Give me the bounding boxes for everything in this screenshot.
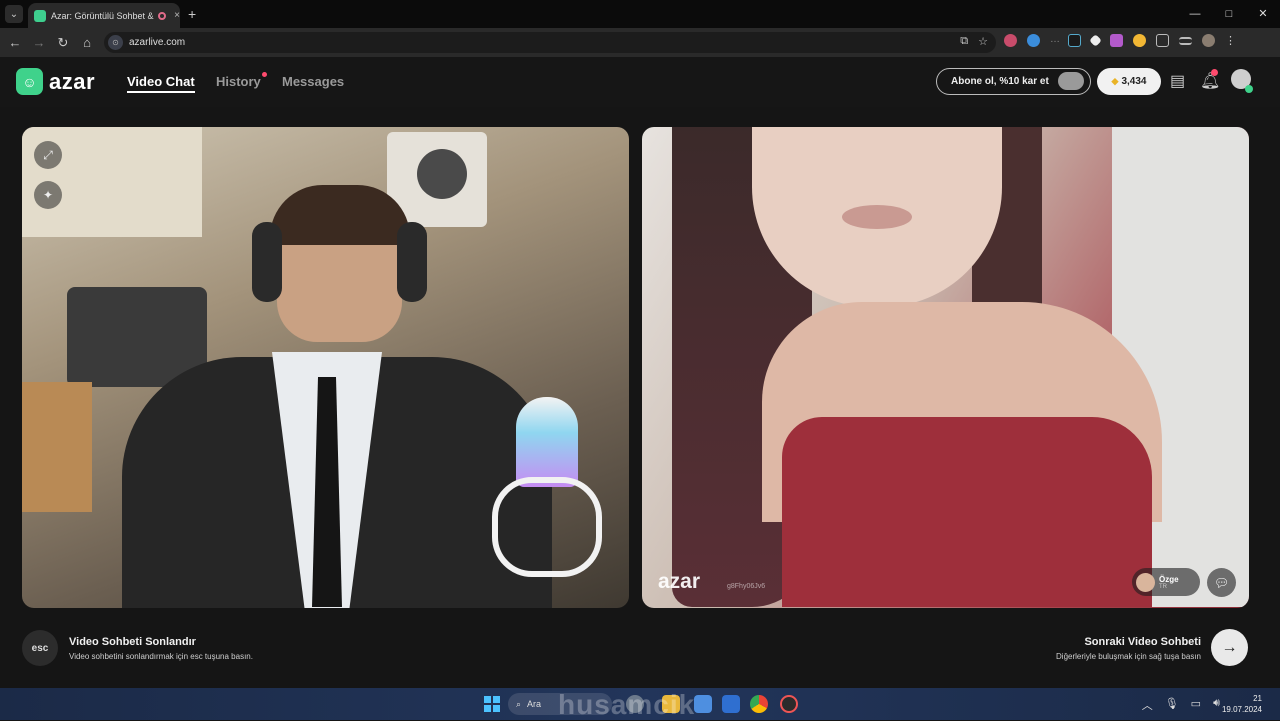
taskbar-search-label: Ara <box>527 699 542 709</box>
gems-balance-button[interactable]: ◆ 3,434 <box>1097 68 1161 95</box>
headphones-right <box>397 222 427 302</box>
peer-profile-chip[interactable]: Özge TR <box>1132 568 1200 596</box>
peer-lips <box>842 205 912 229</box>
speaker-cone <box>417 149 467 199</box>
recording-icon <box>158 11 167 20</box>
effects-wand-icon[interactable]: ✦ <box>34 181 62 209</box>
history-notification-dot <box>262 72 267 77</box>
address-bar[interactable]: ⊙ azarlive.com ⧉ ☆ <box>104 32 996 53</box>
bookmark-star-icon[interactable]: ☆ <box>978 35 988 48</box>
app-header: ☺ azar Video Chat History Messages Abone… <box>0 57 1280 107</box>
end-chat-subtitle: Video sohbetini sonlandırmak için esc tu… <box>69 652 253 661</box>
watermark-id: g8Fhy06Jv6 <box>727 583 766 590</box>
back-button[interactable]: ← <box>3 35 27 50</box>
tab-search-list-icon[interactable] <box>1179 36 1192 45</box>
system-clock[interactable]: 21 19.07.2024 <box>1222 693 1262 715</box>
microphone-icon[interactable]: 🎙︎ <box>1165 697 1179 713</box>
extension-5-icon[interactable] <box>1089 34 1102 47</box>
maximize-button[interactable]: □ <box>1212 0 1246 28</box>
subscribe-button[interactable]: Abone ol, %10 kar et <box>936 68 1091 95</box>
next-chat-title: Sonraki Video Sohbeti <box>1084 636 1201 648</box>
nav-history[interactable]: History <box>216 74 261 89</box>
home-button[interactable]: ⌂ <box>75 35 99 50</box>
browser-tab-azar[interactable]: Azar: Görüntülü Sohbet & V × <box>28 3 180 28</box>
next-chat-subtitle: Diğerleriyle buluşmak için sağ tuşa bası… <box>1056 652 1201 661</box>
extension-6-icon[interactable] <box>1110 34 1123 47</box>
extensions-area: … ⋮ <box>1004 34 1236 47</box>
azar-favicon-icon <box>34 9 46 22</box>
url-text: azarlive.com <box>129 37 186 48</box>
store-icon[interactable]: ▤ <box>1170 71 1185 91</box>
extension-1-icon[interactable] <box>1004 34 1017 47</box>
cloud-icon <box>1058 72 1084 90</box>
my-video-panel: ⤢ ✦ <box>22 127 629 608</box>
new-tab-button[interactable]: + <box>188 6 196 22</box>
taskbar-app-6-icon[interactable] <box>780 695 798 713</box>
nav-video-chat[interactable]: Video Chat <box>127 74 195 93</box>
browser-toolbar: ← → ↻ ⌂ ⊙ azarlive.com ⧉ ☆ … ⋮ <box>0 28 1280 57</box>
tray-chevron-icon[interactable]: ︿ <box>1142 697 1153 713</box>
windows-start-icon[interactable] <box>484 696 500 712</box>
extension-2-icon[interactable] <box>1027 34 1040 47</box>
extension-3-icon[interactable]: … <box>1050 34 1060 47</box>
volume-icon[interactable]: 🔊︎ <box>1213 697 1220 713</box>
peer-country: TR <box>1159 583 1167 590</box>
end-chat-button[interactable]: esc <box>22 630 58 666</box>
network-icon[interactable]: ▭ <box>1191 697 1201 713</box>
microphone <box>516 397 578 487</box>
clock-time: 21 <box>1253 694 1262 703</box>
fullscreen-icon[interactable]: ⤢ <box>34 141 62 169</box>
taskbar-app-3-icon[interactable] <box>694 695 712 713</box>
azar-watermark: azar <box>658 570 701 593</box>
clock-date: 19.07.2024 <box>1221 705 1262 714</box>
minimize-button[interactable]: — <box>1178 0 1212 28</box>
close-window-button[interactable]: ✕ <box>1246 0 1280 28</box>
taskbar-app-4-icon[interactable] <box>722 695 740 713</box>
extension-4-icon[interactable] <box>1068 34 1081 47</box>
profile-icon[interactable] <box>1202 34 1215 47</box>
peer-avatar <box>1136 572 1155 592</box>
browser-menu-icon[interactable]: ⋮ <box>1225 34 1236 47</box>
cast-icon[interactable]: ⧉ <box>960 35 968 48</box>
nav-messages[interactable]: Messages <box>282 74 344 89</box>
tab-search-icon[interactable]: ⌄ <box>5 5 23 23</box>
headphones-left <box>252 222 282 302</box>
subscribe-label: Abone ol, %10 kar et <box>951 76 1049 87</box>
gems-count: 3,434 <box>1121 76 1147 87</box>
reload-button[interactable]: ↻ <box>51 35 75 51</box>
peer-name: Özge <box>1159 574 1179 584</box>
extensions-puzzle-icon[interactable] <box>1156 34 1169 47</box>
window-controls: — □ ✕ <box>1178 0 1280 28</box>
background-cabinet <box>22 382 92 512</box>
gem-icon: ◆ <box>1111 76 1119 86</box>
microphone-mount <box>492 477 602 577</box>
end-chat-title: Video Sohbeti Sonlandır <box>69 636 196 648</box>
chat-bubble-icon[interactable]: 💬︎ <box>1207 568 1236 597</box>
next-chat-button[interactable]: → <box>1211 629 1248 666</box>
azar-logo-text: azar <box>49 68 96 94</box>
browser-tabbar: ⌄ Azar: Görüntülü Sohbet & V × + — □ ✕ <box>0 0 1280 28</box>
chrome-icon[interactable] <box>750 695 768 713</box>
azar-logo[interactable]: ☺ azar <box>16 68 95 95</box>
search-icon: ⌕ <box>516 698 522 709</box>
extension-7-icon[interactable] <box>1133 34 1146 47</box>
peer-video-panel: azar g8Fhy06Jv6 Özge TR 💬︎ <box>642 127 1249 608</box>
online-status-dot <box>1245 85 1253 93</box>
streamer-overlay-text: husamcik <box>558 689 696 720</box>
azar-logo-icon: ☺ <box>16 68 43 95</box>
site-info-icon[interactable]: ⊙ <box>108 35 123 50</box>
notification-badge <box>1211 69 1218 76</box>
system-tray: ︿ 🎙︎ ▭ 🔊︎ <box>1142 697 1220 713</box>
forward-button[interactable]: → <box>27 35 51 50</box>
tab-close-icon[interactable]: × <box>174 10 180 21</box>
peer-red-top <box>782 417 1152 607</box>
tab-title: Azar: Görüntülü Sohbet & V <box>51 10 155 21</box>
